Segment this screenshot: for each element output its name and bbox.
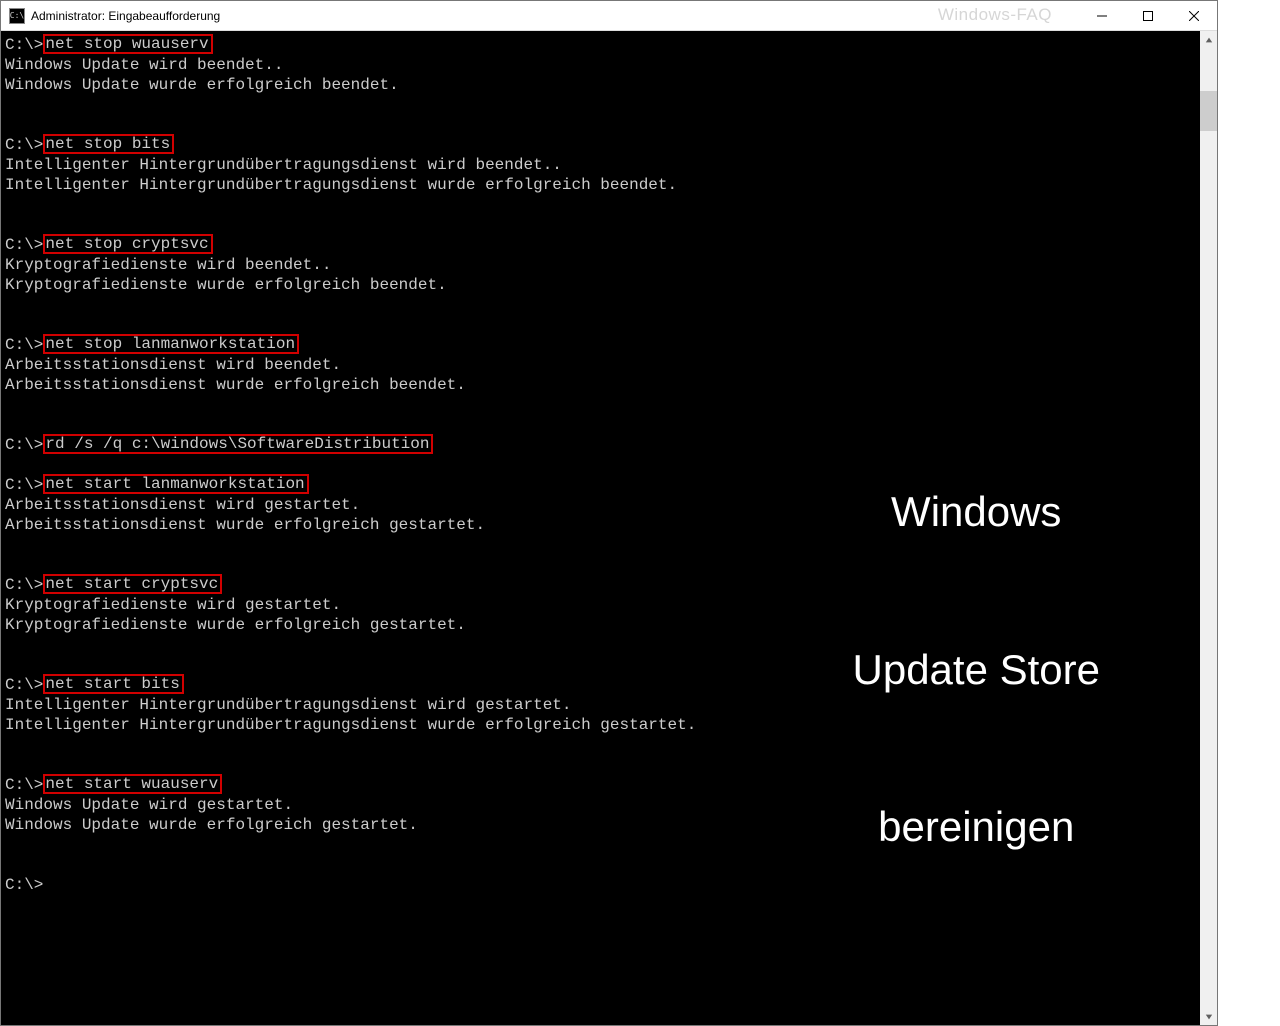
prompt-line: C:\>net start cryptsvc <box>5 575 1200 595</box>
blank-line <box>5 215 1200 235</box>
blank-line <box>5 415 1200 435</box>
window-title: Administrator: Eingabeaufforderung <box>31 9 1079 23</box>
blank-line <box>5 195 1200 215</box>
prompt: C:\> <box>5 435 43 455</box>
blank-line <box>5 755 1200 775</box>
prompt-line: C:\>net start lanmanworkstation <box>5 475 1200 495</box>
blank-line <box>5 115 1200 135</box>
highlighted-command: net stop cryptsvc <box>43 234 212 254</box>
minimize-icon <box>1097 11 1107 21</box>
highlighted-command: net stop wuauserv <box>43 34 212 54</box>
prompt: C:\> <box>5 475 43 495</box>
blank-line <box>5 555 1200 575</box>
close-button[interactable] <box>1171 1 1217 30</box>
prompt-line: C:\>net start bits <box>5 675 1200 695</box>
prompt: C:\> <box>5 675 43 695</box>
output-line: Windows Update wird gestartet. <box>5 795 1200 815</box>
prompt: C:\> <box>5 35 43 55</box>
output-line: Intelligenter Hintergrundübertragungsdie… <box>5 175 1200 195</box>
blank-line <box>5 535 1200 555</box>
output-line: Intelligenter Hintergrundübertragungsdie… <box>5 155 1200 175</box>
output-line: Arbeitsstationsdienst wurde erfolgreich … <box>5 515 1200 535</box>
cmd-window: C:\ Administrator: Eingabeaufforderung W… <box>0 0 1218 1026</box>
scroll-down-button[interactable] <box>1200 1008 1217 1025</box>
blank-line <box>5 455 1200 475</box>
output-line: Kryptografiedienste wurde erfolgreich be… <box>5 275 1200 295</box>
blank-line <box>5 655 1200 675</box>
console-area: C:\>net stop wuauservWindows Update wird… <box>1 31 1217 1025</box>
minimize-button[interactable] <box>1079 1 1125 30</box>
blank-line <box>5 395 1200 415</box>
output-line: Intelligenter Hintergrundübertragungsdie… <box>5 695 1200 715</box>
blank-line <box>5 295 1200 315</box>
highlighted-command: net stop lanmanworkstation <box>43 334 299 354</box>
output-line: Kryptografiedienste wurde erfolgreich ge… <box>5 615 1200 635</box>
highlighted-command: net start wuauserv <box>43 774 222 794</box>
prompt: C:\> <box>5 135 43 155</box>
prompt: C:\> <box>5 235 43 255</box>
output-line: Windows Update wurde erfolgreich gestart… <box>5 815 1200 835</box>
prompt-line[interactable]: C:\> <box>5 875 1200 895</box>
prompt-line: C:\>net stop lanmanworkstation <box>5 335 1200 355</box>
highlighted-command: net start lanmanworkstation <box>43 474 308 494</box>
blank-line <box>5 855 1200 875</box>
highlighted-command: net start bits <box>43 674 183 694</box>
scroll-up-button[interactable] <box>1200 31 1217 48</box>
prompt-line: C:\>net stop bits <box>5 135 1200 155</box>
blank-line <box>5 835 1200 855</box>
console-output[interactable]: C:\>net stop wuauservWindows Update wird… <box>1 31 1200 1025</box>
highlighted-command: net stop bits <box>43 134 174 154</box>
output-line: Arbeitsstationsdienst wird gestartet. <box>5 495 1200 515</box>
vertical-scrollbar[interactable] <box>1200 31 1217 1025</box>
prompt: C:\> <box>5 575 43 595</box>
blank-line <box>5 95 1200 115</box>
output-line: Windows Update wird beendet.. <box>5 55 1200 75</box>
prompt: C:\> <box>5 335 43 355</box>
prompt: C:\> <box>5 875 43 895</box>
output-line: Arbeitsstationsdienst wurde erfolgreich … <box>5 375 1200 395</box>
prompt-line: C:\>net stop wuauserv <box>5 35 1200 55</box>
maximize-button[interactable] <box>1125 1 1171 30</box>
chevron-down-icon <box>1205 1013 1213 1021</box>
scroll-thumb[interactable] <box>1200 91 1217 131</box>
output-line: Kryptografiedienste wird gestartet. <box>5 595 1200 615</box>
titlebar[interactable]: C:\ Administrator: Eingabeaufforderung W… <box>1 1 1217 31</box>
blank-line <box>5 735 1200 755</box>
highlighted-command: net start cryptsvc <box>43 574 222 594</box>
blank-line <box>5 635 1200 655</box>
maximize-icon <box>1143 11 1153 21</box>
blank-line <box>5 315 1200 335</box>
highlighted-command: rd /s /q c:\windows\SoftwareDistribution <box>43 434 433 454</box>
close-icon <box>1189 11 1199 21</box>
output-line: Kryptografiedienste wird beendet.. <box>5 255 1200 275</box>
chevron-up-icon <box>1205 36 1213 44</box>
output-line: Intelligenter Hintergrundübertragungsdie… <box>5 715 1200 735</box>
prompt-line: C:\>net stop cryptsvc <box>5 235 1200 255</box>
output-line: Arbeitsstationsdienst wird beendet. <box>5 355 1200 375</box>
output-line: Windows Update wurde erfolgreich beendet… <box>5 75 1200 95</box>
cmd-icon: C:\ <box>9 8 25 24</box>
prompt: C:\> <box>5 775 43 795</box>
prompt-line: C:\>rd /s /q c:\windows\SoftwareDistribu… <box>5 435 1200 455</box>
prompt-line: C:\>net start wuauserv <box>5 775 1200 795</box>
window-controls <box>1079 1 1217 30</box>
